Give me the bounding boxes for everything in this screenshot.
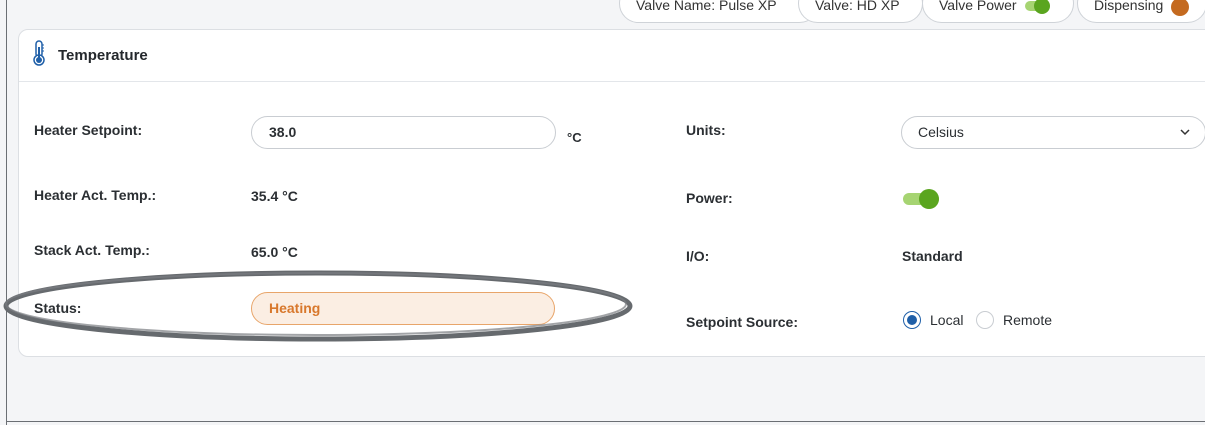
chip-label: Dispensing <box>1094 0 1164 13</box>
status-label: Status: <box>34 300 82 316</box>
radio-button-remote[interactable] <box>976 311 994 329</box>
stack-act-temp-label: Stack Act. Temp.: <box>34 242 150 258</box>
power-label: Power: <box>686 190 733 206</box>
heater-setpoint-label: Heater Setpoint: <box>34 122 143 138</box>
chip-label: Valve Power <box>939 0 1017 13</box>
valve-power-toggle[interactable] <box>1024 0 1050 14</box>
stack-act-temp-value: 65.0 °C <box>251 244 298 260</box>
radio-local[interactable]: Local <box>903 311 963 329</box>
thermometer-icon <box>32 40 46 71</box>
status-badge: Heating <box>251 292 555 325</box>
chip-label: Valve: HD XP <box>815 0 900 13</box>
units-select[interactable]: Celsius <box>901 116 1205 149</box>
setpoint-unit: °C <box>567 130 582 145</box>
window-bottom-edge <box>6 421 1205 422</box>
power-toggle[interactable] <box>903 189 939 209</box>
chip-valve-power[interactable]: Valve Power <box>922 0 1074 23</box>
radio-remote-label: Remote <box>1003 312 1053 328</box>
heater-act-temp-value: 35.4 °C <box>251 188 298 204</box>
setpoint-source-label: Setpoint Source: <box>686 314 799 330</box>
dispensing-status-dot <box>1171 0 1190 16</box>
units-label: Units: <box>686 122 726 138</box>
card-header: Temperature <box>19 30 1205 82</box>
chevron-down-icon[interactable] <box>1179 117 1191 160</box>
window-left-edge <box>6 0 7 425</box>
chip-valve-name[interactable]: Valve Name: Pulse XP <box>619 0 819 23</box>
chip-dispensing[interactable]: Dispensing <box>1077 0 1205 23</box>
heater-setpoint-input[interactable]: 38.0 <box>251 116 556 149</box>
temperature-card: Temperature Heater Setpoint: 38.0 °C Hea… <box>18 29 1205 357</box>
radio-button-local[interactable] <box>903 311 921 329</box>
toggle-knob <box>919 189 939 209</box>
io-label: I/O: <box>686 248 710 264</box>
radio-remote[interactable]: Remote <box>976 311 1052 329</box>
heater-act-temp-label: Heater Act. Temp.: <box>34 187 157 203</box>
units-selected-value: Celsius <box>918 124 964 140</box>
chip-valve[interactable]: Valve: HD XP <box>798 0 923 23</box>
card-title: Temperature <box>58 47 148 64</box>
io-value: Standard <box>902 248 963 264</box>
chip-label: Valve Name: Pulse XP <box>636 0 777 13</box>
radio-local-label: Local <box>930 312 964 328</box>
